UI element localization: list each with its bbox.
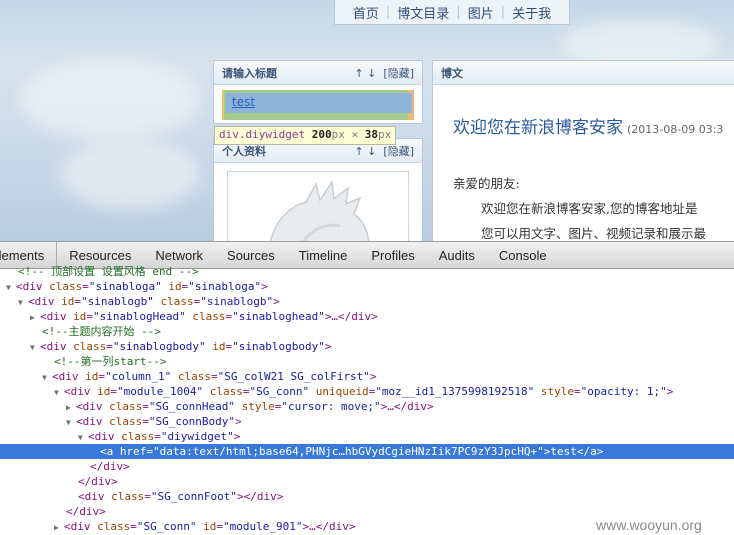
- watermark: www.wooyun.org: [596, 517, 702, 533]
- hide-link[interactable]: [隐藏]: [383, 145, 414, 158]
- dom-comment: <!--主题内容开始 -->: [42, 325, 161, 338]
- post-title: 欢迎您在新浪博客安家 (2013-08-09 03:3: [453, 113, 723, 138]
- tooltip-selector: div.diywidget: [219, 128, 306, 141]
- panel-controls: ↑ ↓ [隐藏]: [354, 65, 414, 81]
- nav-articles-link[interactable]: 博文目录: [390, 3, 456, 22]
- nav-photos-link[interactable]: 图片: [461, 3, 501, 22]
- expand-triangle-icon[interactable]: ▼: [66, 415, 76, 430]
- panel-title: 博文: [441, 66, 463, 80]
- dom-row[interactable]: <!--主题内容开始 -->: [0, 324, 734, 339]
- dom-row[interactable]: </div>: [0, 474, 734, 489]
- expand-triangle-icon[interactable]: ▼: [18, 295, 28, 310]
- move-arrows-icon[interactable]: ↑ ↓: [354, 67, 376, 80]
- dom-row-selected[interactable]: <a href="data:text/html;base64,PHNjc…hbG…: [0, 444, 734, 459]
- panel-title: 请输入标题: [222, 66, 277, 80]
- dom-row[interactable]: </div>: [0, 459, 734, 474]
- dom-row[interactable]: ▼ <div id="column_1" class="SG_colW21 SG_…: [0, 369, 734, 384]
- dom-row[interactable]: ▶ <div class="SG_connHead" style="cursor:…: [0, 399, 734, 414]
- expand-triangle-icon[interactable]: ▼: [42, 370, 52, 385]
- tooltip-unit: px: [377, 128, 392, 141]
- avatar-image: [269, 179, 370, 241]
- dom-row[interactable]: ▼ <div id="module_1004" class="SG_conn" u…: [0, 384, 734, 399]
- tooltip-unit: px: [331, 128, 345, 141]
- dom-row[interactable]: ▼ <div id="sinablogb" class="sinablogb">: [0, 294, 734, 309]
- dom-row[interactable]: ▼ <div class="diywidget">: [0, 429, 734, 444]
- collapse-triangle-icon[interactable]: ▶: [54, 520, 64, 535]
- blog-top-nav: 首页 | 博文目录 | 图片 | 关于我: [334, 0, 570, 25]
- post-title-link[interactable]: 欢迎您在新浪博客安家: [453, 118, 623, 138]
- expand-triangle-icon[interactable]: ▼: [6, 280, 16, 295]
- collapse-triangle-icon[interactable]: ▶: [30, 310, 40, 325]
- panel-header: 博文: [433, 61, 734, 85]
- dom-comment: <!-- 顶部设置 设置风格 end -->: [18, 265, 199, 278]
- dom-row[interactable]: <div class="SG_connFoot"></div>: [0, 489, 734, 504]
- diywidget-highlight: test: [222, 90, 414, 120]
- post-greeting: 亲爱的朋友:: [453, 176, 520, 191]
- dom-row[interactable]: <!--第一列start-->: [0, 354, 734, 369]
- dom-row[interactable]: ▼ <div class="SG_connBody">: [0, 414, 734, 429]
- move-arrows-icon[interactable]: ↑ ↓: [354, 145, 376, 158]
- panel-header[interactable]: 请输入标题 ↑ ↓ [隐藏]: [214, 61, 422, 85]
- nav-about-link[interactable]: 关于我: [505, 3, 558, 22]
- title-widget-panel: 请输入标题 ↑ ↓ [隐藏] test: [213, 60, 423, 124]
- post-panel: 博文 欢迎您在新浪博客安家 (2013-08-09 03:3 亲爱的朋友: 欢迎您…: [432, 60, 734, 241]
- tooltip-height: 38: [364, 128, 378, 141]
- collapse-triangle-icon[interactable]: ▶: [66, 400, 76, 415]
- post-line: 欢迎您在新浪博客安家,您的博客地址是: [481, 201, 698, 216]
- expand-triangle-icon[interactable]: ▼: [30, 340, 40, 355]
- dom-comment: <!--第一列start-->: [54, 355, 167, 368]
- dom-row[interactable]: ▼ <div class="sinabloga" id="sinabloga">: [0, 279, 734, 294]
- avatar[interactable]: [227, 171, 409, 241]
- expand-triangle-icon[interactable]: ▼: [78, 430, 88, 445]
- tooltip-times: ×: [344, 128, 365, 141]
- devtools-panel: Elements Resources Network Sources Timel…: [0, 241, 734, 535]
- hide-link[interactable]: [隐藏]: [383, 67, 414, 80]
- post-line: 您可以用文字、图片、视频记录和展示最: [481, 226, 707, 241]
- element-size-tooltip: div.diywidget 200px × 38px: [214, 126, 397, 145]
- blog-page: 首页 | 博文目录 | 图片 | 关于我 请输入标题 ↑ ↓ [隐藏] test…: [0, 0, 734, 241]
- nav-home-link[interactable]: 首页: [346, 3, 386, 22]
- tooltip-width: 200: [311, 128, 332, 141]
- dom-row[interactable]: <!-- 顶部设置 设置风格 end -->: [0, 264, 734, 279]
- dom-tree: <!-- 顶部设置 设置风格 end --> ▼ <div class="sina…: [0, 264, 734, 534]
- dom-row[interactable]: ▼ <div class="sinablogbody" id="sinablogb…: [0, 339, 734, 354]
- test-link[interactable]: test: [226, 93, 412, 113]
- profile-panel: 个人资料 ↑ ↓ [隐藏]: [213, 138, 423, 241]
- dom-row[interactable]: ▶ <div id="sinablogHead" class="sinablogh…: [0, 309, 734, 324]
- expand-triangle-icon[interactable]: ▼: [54, 385, 64, 400]
- post-date: (2013-08-09 03:3: [627, 123, 724, 136]
